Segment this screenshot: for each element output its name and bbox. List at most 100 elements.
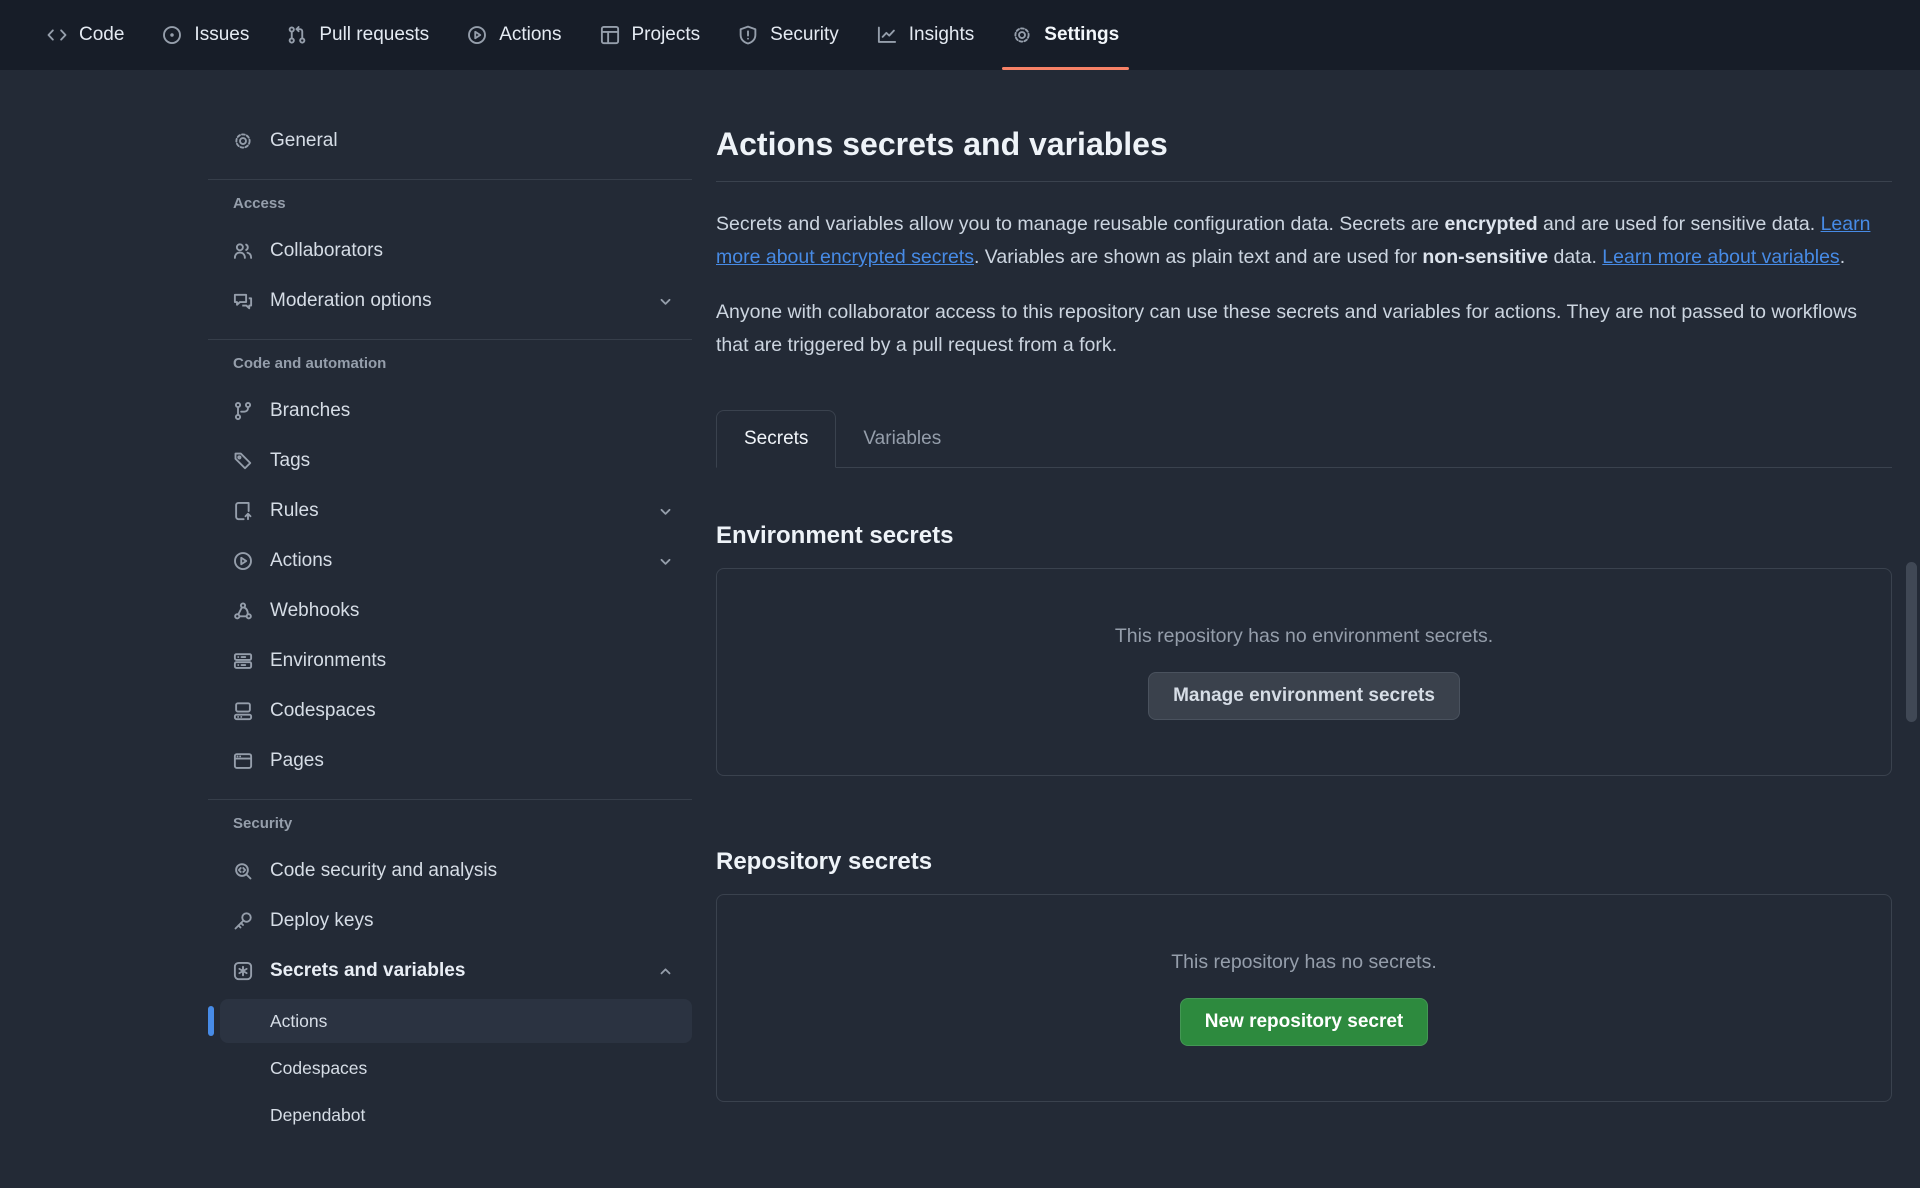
sidebar-subitem-label: Dependabot: [270, 1105, 365, 1126]
active-indicator-bar: [208, 1006, 214, 1036]
sidebar-item-environments[interactable]: Environments: [220, 636, 692, 686]
sidebar-item-label: Webhooks: [270, 600, 359, 622]
codescan-icon: [233, 861, 253, 881]
intro-paragraph: Secrets and variables allow you to manag…: [716, 208, 1892, 274]
text-segment-bold: non-sensitive: [1422, 246, 1548, 268]
repository-secrets-heading: Repository secrets: [716, 848, 1892, 876]
sidebar-item-secrets-and-variables[interactable]: Secrets and variables: [220, 946, 692, 996]
nav-tab-code[interactable]: Code: [28, 0, 143, 70]
sidebar-item-label: Moderation options: [270, 290, 432, 312]
chevron-down-icon: [657, 553, 674, 570]
sidebar-subitem-actions[interactable]: Actions: [220, 999, 692, 1043]
gear-icon: [1012, 25, 1032, 45]
vertical-scrollbar-thumb[interactable]: [1906, 562, 1917, 722]
sidebar-item-rules[interactable]: Rules: [220, 486, 692, 536]
sidebar-divider: [208, 179, 692, 180]
sidebar-subitem-codespaces[interactable]: Codespaces: [220, 1046, 692, 1090]
people-icon: [233, 241, 253, 261]
sidebar-subitem-label: Codespaces: [270, 1058, 367, 1079]
environment-secrets-heading: Environment secrets: [716, 522, 1892, 550]
nav-tab-label: Security: [770, 24, 839, 46]
nav-tab-insights[interactable]: Insights: [858, 0, 993, 70]
chevron-down-icon: [657, 503, 674, 520]
nav-tab-label: Actions: [499, 24, 561, 46]
nav-tab-label: Projects: [632, 24, 701, 46]
environment-secrets-empty-text: This repository has no environment secre…: [1115, 625, 1493, 648]
key-icon: [233, 911, 253, 931]
tab-label: Secrets: [744, 428, 808, 450]
server-icon: [233, 651, 253, 671]
nav-tab-label: Settings: [1044, 24, 1119, 46]
sidebar-item-label: Rules: [270, 500, 319, 522]
sidebar-item-deploy-keys[interactable]: Deploy keys: [220, 896, 692, 946]
sidebar-item-label: Environments: [270, 650, 386, 672]
sidebar-item-pages[interactable]: Pages: [220, 736, 692, 786]
sidebar-item-label: Secrets and variables: [270, 960, 465, 982]
sidebar-item-code-security-and-analysis[interactable]: Code security and analysis: [220, 846, 692, 896]
sidebar-subitem-dependabot[interactable]: Dependabot: [220, 1093, 692, 1137]
rules-icon: [233, 501, 253, 521]
sidebar-section-code-and-automation: Code and automation: [208, 354, 692, 374]
nav-tab-projects[interactable]: Projects: [581, 0, 720, 70]
repository-secrets-empty-text: This repository has no secrets.: [1171, 951, 1437, 974]
link-learn-more-variables[interactable]: Learn more about variables: [1602, 246, 1839, 268]
sidebar-item-general[interactable]: General: [220, 116, 692, 166]
sidebar-item-label: Codespaces: [270, 700, 376, 722]
sidebar-item-label: Code security and analysis: [270, 860, 497, 882]
sidebar-item-codespaces[interactable]: Codespaces: [220, 686, 692, 736]
settings-sidebar: General Access Collaborators Moderation …: [208, 116, 692, 1140]
collaborator-access-paragraph: Anyone with collaborator access to this …: [716, 296, 1892, 362]
comment-discussion-icon: [233, 291, 253, 311]
graph-icon: [877, 25, 897, 45]
manage-environment-secrets-button[interactable]: Manage environment secrets: [1148, 672, 1460, 720]
sidebar-item-actions[interactable]: Actions: [220, 536, 692, 586]
repository-secrets-empty-box: This repository has no secrets. New repo…: [716, 894, 1892, 1102]
sidebar-section-security: Security: [208, 814, 692, 834]
nav-tab-security[interactable]: Security: [719, 0, 858, 70]
sidebar-item-branches[interactable]: Branches: [220, 386, 692, 436]
sidebar-item-collaborators[interactable]: Collaborators: [220, 226, 692, 276]
nav-tab-pull-requests[interactable]: Pull requests: [268, 0, 448, 70]
sidebar-item-label: Branches: [270, 400, 350, 422]
sidebar-item-label: General: [270, 130, 338, 152]
nav-tab-issues[interactable]: Issues: [143, 0, 268, 70]
repo-tab-bar: Code Issues Pull requests Actions Projec…: [0, 0, 1920, 70]
sidebar-item-label: Pages: [270, 750, 324, 772]
sidebar-item-webhooks[interactable]: Webhooks: [220, 586, 692, 636]
sidebar-section-access: Access: [208, 194, 692, 214]
sidebar-subitem-label: Actions: [270, 1011, 327, 1032]
git-branch-icon: [233, 401, 253, 421]
browser-icon: [233, 751, 253, 771]
issue-opened-icon: [162, 25, 182, 45]
tab-variables[interactable]: Variables: [836, 410, 968, 467]
sidebar-item-tags[interactable]: Tags: [220, 436, 692, 486]
asterisk-box-icon: [233, 961, 253, 981]
text-segment: data.: [1548, 246, 1602, 268]
text-segment: .: [1840, 246, 1845, 268]
text-segment: and are used for sensitive data.: [1538, 213, 1821, 235]
sidebar-divider: [208, 339, 692, 340]
play-icon: [233, 551, 253, 571]
webhook-icon: [233, 601, 253, 621]
chevron-down-icon: [657, 293, 674, 310]
sidebar-divider: [208, 799, 692, 800]
settings-layout: General Access Collaborators Moderation …: [0, 70, 1920, 1140]
code-icon: [47, 25, 67, 45]
nav-tab-actions[interactable]: Actions: [448, 0, 580, 70]
nav-tab-label: Code: [79, 24, 124, 46]
sidebar-item-label: Actions: [270, 550, 332, 572]
nav-tab-label: Insights: [909, 24, 974, 46]
new-repository-secret-button[interactable]: New repository secret: [1180, 998, 1429, 1046]
nav-tab-settings[interactable]: Settings: [993, 0, 1138, 70]
gear-icon: [233, 131, 253, 151]
secrets-variables-tabnav: Secrets Variables: [716, 410, 1892, 468]
sidebar-item-moderation-options[interactable]: Moderation options: [220, 276, 692, 326]
tab-secrets[interactable]: Secrets: [716, 410, 836, 468]
settings-main-content: Actions secrets and variables Secrets an…: [716, 116, 1892, 1140]
play-icon: [467, 25, 487, 45]
text-segment-bold: encrypted: [1444, 213, 1537, 235]
sidebar-item-label: Collaborators: [270, 240, 383, 262]
page-title: Actions secrets and variables: [716, 116, 1892, 182]
tab-label: Variables: [863, 428, 941, 450]
text-segment: . Variables are shown as plain text and …: [974, 246, 1422, 268]
